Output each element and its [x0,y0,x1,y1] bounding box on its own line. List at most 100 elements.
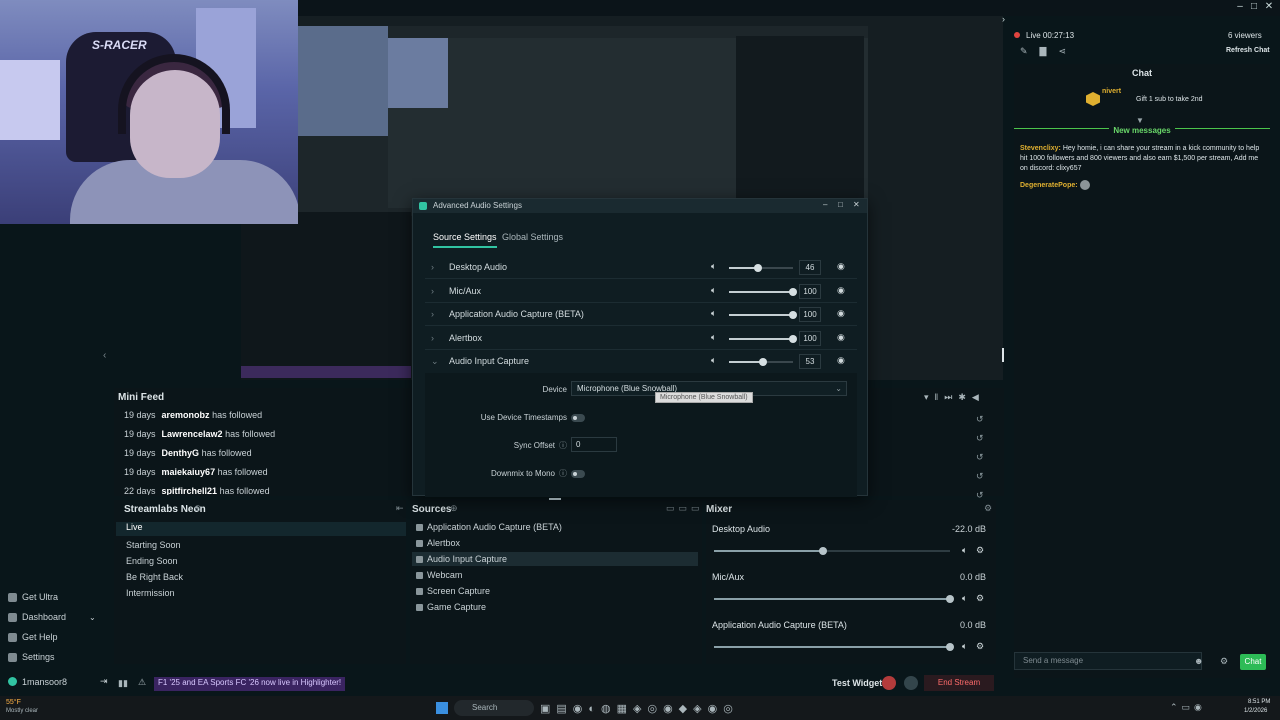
scene-item[interactable]: Intermission [126,588,175,598]
chevron-right-icon[interactable]: › [431,262,434,272]
volume-slider[interactable] [729,358,793,366]
start-icon[interactable] [436,702,448,714]
volume-value[interactable]: 53 [799,354,821,369]
mixer-fader[interactable] [714,643,954,651]
minimize-icon[interactable]: – [1233,1,1247,12]
gear-icon[interactable]: ⚙ [976,545,984,556]
speaker-icon[interactable]: 🔈︎ [711,332,716,343]
nav-user[interactable]: 1mansoor8 ⇥ [8,676,108,687]
source-item[interactable]: Screen Capture [416,586,490,596]
chat-send-button[interactable]: Chat [1240,654,1266,670]
feed-user[interactable]: maiekaiuy67 [162,467,216,477]
volume-slider[interactable] [729,335,797,343]
add-scene-icon[interactable]: ⊕ [194,503,202,514]
mixer-settings-icon[interactable]: ⚙ [984,503,992,514]
audio-row[interactable]: › Mic/Aux 🔈︎ 100 ◉ [425,281,857,303]
chat-input[interactable]: Send a message [1014,652,1202,670]
visibility-icon[interactable]: ◉ [837,355,845,366]
end-stream-button[interactable]: End Stream [924,675,994,691]
add-source-icon[interactable]: ⊕ [450,503,458,514]
close-icon[interactable]: ✕ [853,200,860,209]
volume-slider[interactable] [729,311,797,319]
gear-icon[interactable]: ⚙ [976,641,984,652]
maximize-icon[interactable]: □ [838,200,843,209]
tray-icons[interactable]: ⌃▭◉ [1170,702,1206,713]
feed-replay-icons[interactable]: ↺ ↺ ↺ ↺ ↺ [976,410,984,505]
source-item[interactable]: Alertbox [416,538,460,548]
chevron-down-icon[interactable]: ⌄ [431,356,439,367]
nav-get-ultra[interactable]: Get Ultra [8,592,58,602]
audio-row[interactable]: › Application Audio Capture (BETA) 🔈︎ 100 ◉ [425,304,857,326]
chat-user[interactable]: Stevenclixy: [1020,145,1061,152]
maximize-icon[interactable]: □ [1247,1,1261,12]
resize-grip[interactable] [549,498,561,500]
volume-value[interactable]: 46 [799,260,821,275]
scene-collection-icon[interactable]: ⇤ [396,503,404,514]
collapse-right-icon[interactable]: › [1002,14,1005,24]
warning-icon[interactable]: ⚠ [138,677,146,688]
source-item[interactable]: Application Audio Capture (BETA) [416,522,562,532]
record-icon[interactable] [882,676,896,690]
replay-buffer-icon[interactable] [904,676,918,690]
visibility-icon[interactable]: ◉ [837,308,845,319]
scene-item[interactable]: Ending Soon [126,556,178,566]
speaker-icon[interactable]: 🔈︎ [711,355,716,366]
audio-row-expanded[interactable]: ⌄ Audio Input Capture 🔈︎ 53 ◉ [425,351,857,373]
test-widgets-button[interactable]: Test Widgets [832,678,887,688]
feed-user[interactable]: aremonobz [162,410,210,420]
chat-user[interactable]: DegeneratePope: [1020,182,1078,189]
audio-row[interactable]: › Alertbox 🔈︎ 100 ◉ [425,328,857,350]
speaker-icon[interactable]: 🔈︎ [711,261,716,272]
volume-slider[interactable] [729,288,797,296]
downmix-toggle[interactable] [571,470,585,478]
visibility-icon[interactable]: ◉ [837,285,845,296]
logout-icon[interactable]: ⇥ [100,676,108,687]
panel-resize-handle[interactable] [1002,348,1004,362]
source-item[interactable]: Game Capture [416,602,486,612]
info-icon[interactable]: ⓘ [559,468,567,479]
scene-item[interactable]: Be Right Back [126,572,183,582]
feed-user[interactable]: Lawrencelaw2 [162,429,223,439]
emoji-icon[interactable]: ☻ [1194,656,1203,666]
speaker-icon[interactable]: 🔈︎ [711,285,716,296]
scene-item[interactable]: Starting Soon [126,540,181,550]
taskbar-search[interactable]: Search [454,700,534,716]
feed-user[interactable]: DenthyG [162,448,200,458]
close-icon[interactable]: ✕ [1262,1,1276,12]
chevron-right-icon[interactable]: › [431,286,434,296]
refresh-chat-button[interactable]: Refresh Chat [1226,47,1270,54]
chat-settings-icon[interactable]: ⚙ [1220,656,1228,667]
speaker-icon[interactable]: 🔈︎ [962,593,967,604]
volume-value[interactable]: 100 [799,284,821,299]
collapse-left-icon[interactable]: ‹ [103,350,106,361]
chevron-right-icon[interactable]: › [431,333,434,343]
gift-user[interactable]: nivert [1102,88,1121,95]
source-item[interactable]: Webcam [416,570,462,580]
speaker-icon[interactable]: 🔈︎ [962,545,967,556]
visibility-icon[interactable]: ◉ [837,261,845,272]
visibility-icon[interactable]: ◉ [837,332,845,343]
arrow-down-icon[interactable]: ▼ [1136,116,1144,125]
gear-icon[interactable]: ⚙ [976,593,984,604]
stats-icon[interactable]: ▮▮ [118,678,128,689]
tab-source-settings[interactable]: Source Settings [433,232,497,248]
feed-user[interactable]: spitfirchell21 [162,486,218,495]
timestamps-toggle[interactable] [571,414,585,422]
volume-value[interactable]: 100 [799,331,821,346]
tab-global-settings[interactable]: Global Settings [502,232,563,242]
source-toolbar-icons[interactable]: ▭▭▭ [666,503,704,514]
nav-get-help[interactable]: Get Help [8,632,58,642]
speaker-icon[interactable]: 🔈︎ [711,308,716,319]
nav-dashboard[interactable]: Dashboard ⌄ [8,612,96,622]
speaker-icon[interactable]: 🔈︎ [962,641,967,652]
chevron-right-icon[interactable]: › [431,309,434,319]
chat-tools-icons[interactable]: ✎▇⋖ [1020,46,1078,57]
taskbar-apps[interactable]: ▣▤◉◐◍▦◈◎◉◆◈◉◎ [540,702,739,715]
sync-offset-input[interactable]: 0 [571,437,617,452]
scene-item-live[interactable]: Live [116,522,406,536]
chevron-down-icon[interactable]: ⌄ [89,613,96,622]
mixer-fader[interactable] [714,547,950,555]
audio-row[interactable]: › Desktop Audio 🔈︎ 46 ◉ [425,257,857,279]
minimize-icon[interactable]: – [823,200,827,209]
nav-settings[interactable]: Settings [8,652,55,662]
